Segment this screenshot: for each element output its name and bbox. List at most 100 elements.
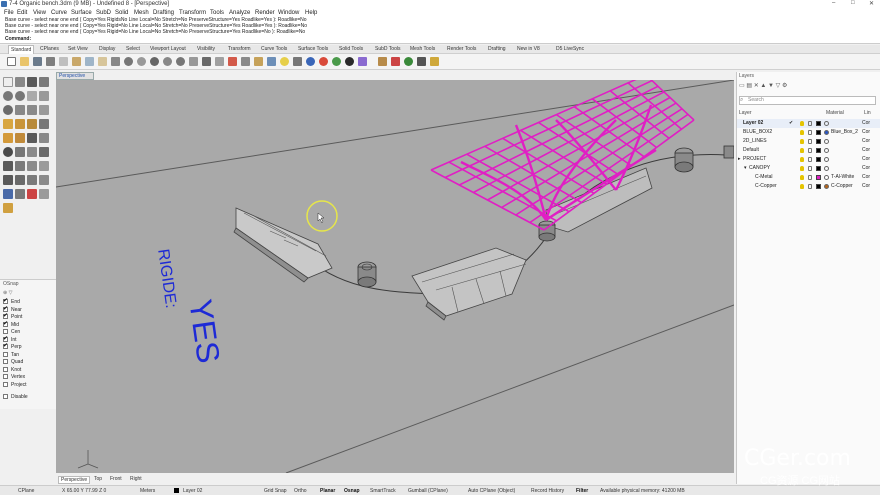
move-down-icon[interactable]: ▼ [768,83,774,89]
render-tool-icon[interactable] [3,203,13,213]
extra-tool-icon[interactable] [430,57,439,66]
point-icon[interactable] [15,77,25,87]
status-units[interactable]: Meters [140,488,155,494]
help-icon[interactable] [391,57,400,66]
arc-icon[interactable] [15,91,25,101]
osnap-checkbox[interactable] [3,329,8,334]
tab-surface-tools[interactable]: Surface Tools [298,46,328,52]
tab-drafting[interactable]: Drafting [488,46,506,52]
tab-visibility[interactable]: Visibility [197,46,215,52]
layer-lock-icon[interactable] [808,175,812,180]
layer-name[interactable]: C-Metal [755,174,773,180]
layer-linetype[interactable]: Cor [862,156,870,162]
layer-visible-icon[interactable] [800,139,804,144]
menu-edit[interactable]: Edit [17,10,27,16]
mesh-icon[interactable] [3,147,13,157]
toggle-planar[interactable]: Planar [320,488,335,494]
osnap-row-mid[interactable]: Mid [3,320,19,328]
layer-linetype[interactable]: Cor [862,147,870,153]
rotate-view-icon[interactable] [137,57,146,66]
osnap-checkbox[interactable] [3,374,8,379]
menu-tools[interactable]: Tools [210,10,224,16]
layer-lock-icon[interactable] [808,130,812,135]
osnap-checkbox[interactable] [3,366,8,372]
menu-window[interactable]: Window [278,10,299,16]
layer-color-swatch[interactable] [816,166,821,171]
osnap-row-tan[interactable]: Tan [3,351,19,358]
solid-box-icon[interactable] [3,133,13,143]
trim-icon[interactable] [3,161,13,171]
osnap-checkbox[interactable] [3,305,8,312]
menu-mesh[interactable]: Mesh [134,10,149,16]
rotate-tool-icon[interactable] [27,175,37,185]
offset-curve-icon[interactable] [27,105,37,115]
layer-linetype[interactable]: Cor [862,183,870,189]
layer-linetype[interactable]: Cor [862,165,870,171]
menu-file[interactable]: File [4,10,14,16]
loft-icon[interactable] [27,119,37,129]
tab-curve-tools[interactable]: Curve Tools [261,46,287,52]
layer-material-icon[interactable] [824,157,829,162]
scale-tool-icon[interactable] [39,175,49,185]
cut-icon[interactable] [72,57,81,66]
move-up-icon[interactable]: ▲ [760,83,766,89]
analyze-icon[interactable] [27,189,37,199]
col-material-header[interactable]: Material [826,110,844,116]
layer-visible-icon[interactable] [800,166,804,171]
paste-icon[interactable] [98,57,107,66]
layer-lock-icon[interactable] [808,148,812,153]
split-icon[interactable] [39,147,49,157]
layer-settings-icon[interactable]: ⚙ [782,83,787,89]
solid-sphere-icon[interactable] [15,133,25,143]
tab-select[interactable]: Select [126,46,140,52]
layer-row[interactable]: BLUE_BOX2 Blue_Box_2 Cor [737,128,880,137]
layer-lock-icon[interactable] [808,121,812,126]
osnap-checkbox[interactable] [3,381,8,387]
layer-visible-icon[interactable] [800,175,804,180]
light-icon[interactable] [280,57,289,66]
osnap-row-quad[interactable]: Quad [3,359,23,365]
boolean-icon[interactable] [27,133,37,143]
osnap-checkbox[interactable] [3,335,8,342]
layer-visible-icon[interactable] [800,157,804,162]
move-icon[interactable] [241,57,250,66]
layer-linetype[interactable]: Cor [862,120,870,126]
menu-curve[interactable]: Curve [51,10,67,16]
save-icon[interactable] [33,57,42,66]
tab-standard[interactable]: Standard [8,45,35,54]
menu-solid[interactable]: Solid [115,10,128,16]
layer-visible-icon[interactable] [800,148,804,153]
viewport-title-tab[interactable]: Perspective [56,72,94,80]
layer-expander-icon[interactable]: ▾ [744,165,747,171]
menu-drafting[interactable]: Drafting [153,10,174,16]
tab-viewport-layout[interactable]: Viewport Layout [150,46,186,52]
filter-icon[interactable]: ▽ [776,83,781,89]
layer-material-icon[interactable] [824,184,829,189]
layer-linetype[interactable]: Cor [862,138,870,144]
toggle-filter[interactable]: Filter [576,488,588,494]
layer-visible-icon[interactable] [800,121,804,126]
layer-row[interactable]: C-Metal T-Al-White Cor [737,173,880,182]
osnap-checkbox[interactable] [3,312,8,319]
layer-color-swatch[interactable] [816,157,821,162]
tab-solid-tools[interactable]: Solid Tools [339,46,363,52]
tab-front[interactable]: Front [110,476,122,482]
copy-tool-icon[interactable] [15,175,25,185]
options-icon[interactable] [378,57,387,66]
zoom-extents-icon[interactable] [176,57,185,66]
perspective-viewport[interactable]: RIGIDE: YES [56,80,734,473]
tab-set-view[interactable]: Set View [68,46,88,52]
maximize-button[interactable]: □ [851,0,855,6]
layer-material-icon[interactable] [824,121,829,126]
osnap-checkbox[interactable] [3,359,8,364]
undo-icon[interactable] [111,57,120,66]
group-icon[interactable] [39,161,49,171]
osnap-checkbox[interactable] [3,351,8,357]
layer-name[interactable]: CANOPY [749,165,770,171]
toggle-auto-cplane[interactable]: Auto CPlane (Object) [468,488,515,494]
menu-surface[interactable]: Surface [71,10,92,16]
osnap-row-perp[interactable]: Perp [3,342,22,350]
layer-lock-icon[interactable] [808,139,812,144]
grasshopper-icon[interactable] [404,57,413,66]
layer-material-icon[interactable] [824,148,829,153]
